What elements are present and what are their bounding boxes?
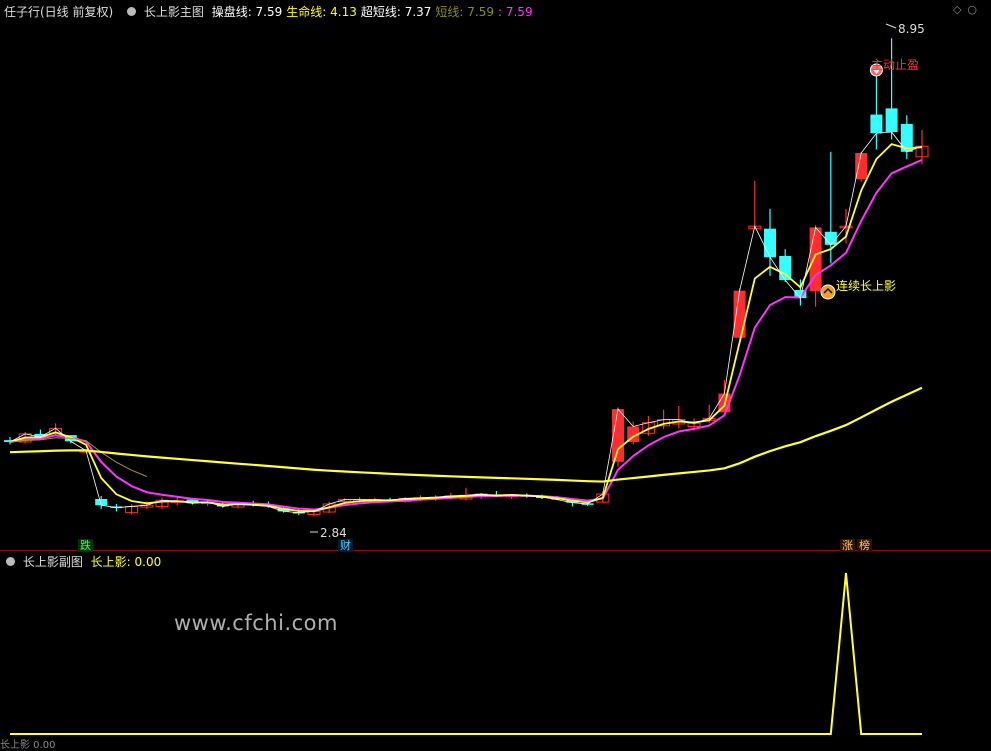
kline-chart[interactable] (0, 0, 991, 742)
candle-body (824, 231, 837, 245)
watermark: www.cfchi.com (174, 611, 338, 635)
long-upper-shadow-line (10, 572, 922, 735)
signal-label: 连续长上影 (836, 279, 897, 293)
high-price-label: 8.95 (898, 22, 925, 36)
candle-body (733, 290, 746, 338)
take-profit-label: 主动止盈 (871, 58, 920, 72)
candle-body (885, 108, 898, 132)
bottom-strip: 长上影 0.00 (0, 740, 56, 751)
life-line (9, 386, 923, 483)
tag-bang: 榜 (857, 539, 872, 552)
tag-zhang: 涨 (840, 539, 855, 552)
low-price-label: 2.84 (320, 526, 347, 540)
candle-body (764, 228, 776, 258)
signal-icon (820, 284, 836, 300)
candle-body (612, 409, 624, 462)
short-term-line (9, 437, 147, 477)
tag-fall: 跌 (78, 539, 93, 552)
tag-cai: 财 (338, 539, 353, 552)
candle-body (870, 114, 883, 134)
candle-body (779, 255, 792, 281)
high-price-arrow (885, 23, 897, 29)
